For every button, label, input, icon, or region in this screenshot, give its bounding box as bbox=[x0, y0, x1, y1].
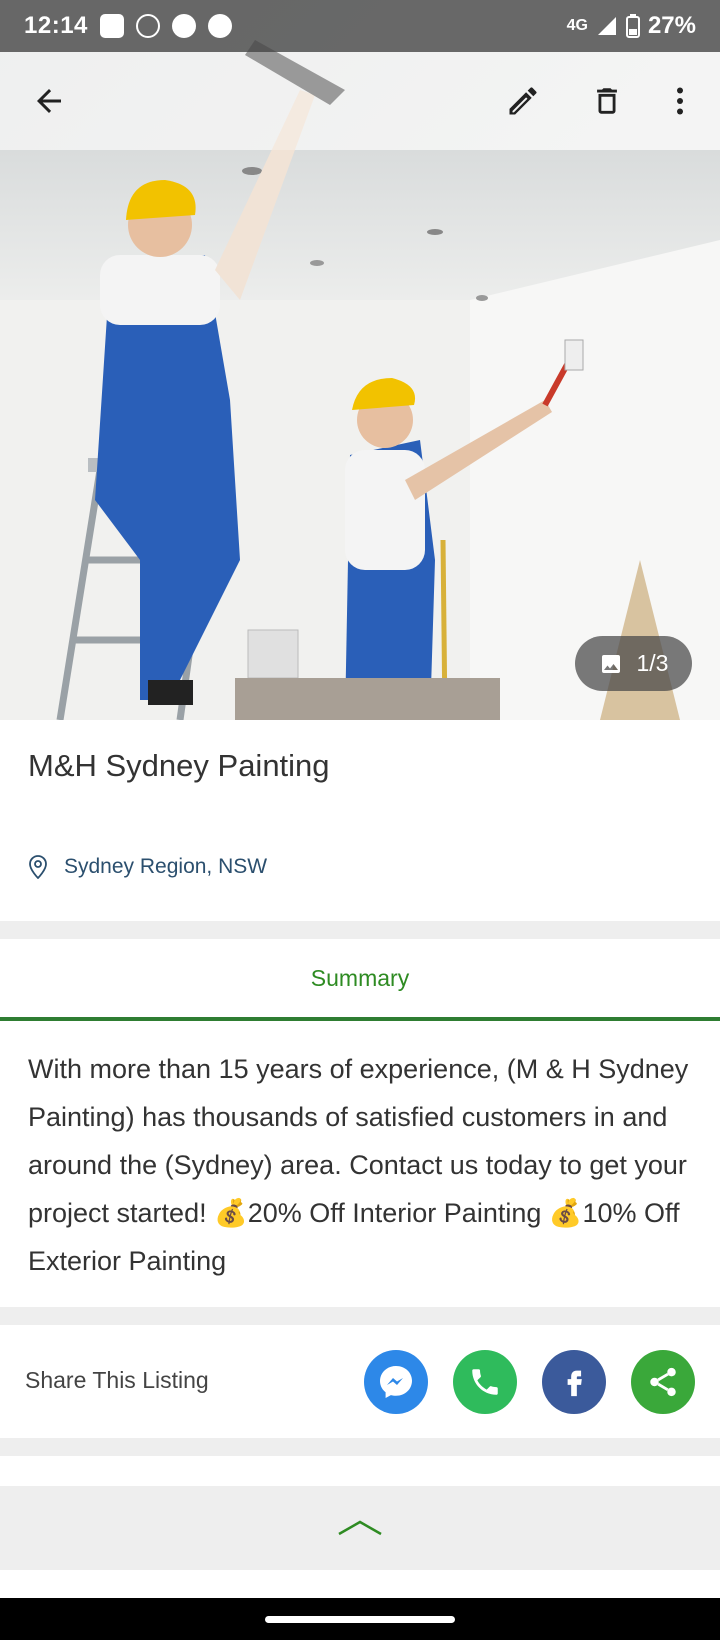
phone-icon bbox=[472, 1369, 498, 1395]
section-divider bbox=[0, 1307, 720, 1325]
app-bar bbox=[0, 52, 720, 150]
whatsapp-share-button[interactable] bbox=[453, 1350, 517, 1414]
location-text: Sydney Region, NSW bbox=[64, 855, 268, 878]
section-divider bbox=[0, 1438, 720, 1456]
listing-title: M&H Sydney Painting bbox=[28, 748, 330, 783]
footer-space bbox=[0, 1570, 720, 1598]
network-type: 4G bbox=[566, 17, 588, 34]
home-gesture-bar[interactable] bbox=[265, 1615, 455, 1623]
tab-summary[interactable]: Summary bbox=[311, 965, 409, 992]
notification-dot-icon bbox=[171, 14, 196, 38]
summary-section: With more than 15 years of experience, (… bbox=[0, 1021, 720, 1307]
signal-icon bbox=[597, 17, 616, 35]
arrow-left-icon bbox=[37, 89, 61, 113]
facebook-share-button[interactable] bbox=[542, 1350, 606, 1414]
section-divider bbox=[0, 921, 720, 939]
more-options-button[interactable] bbox=[655, 76, 705, 126]
accessibility-icon bbox=[135, 14, 160, 38]
status-bar: 12:14 4G 27% bbox=[0, 0, 720, 52]
scroll-to-top-button[interactable] bbox=[0, 1486, 720, 1570]
listing-location[interactable]: Sydney Region, NSW bbox=[28, 855, 267, 879]
share-button[interactable] bbox=[631, 1350, 695, 1414]
summary-text: With more than 15 years of experience, (… bbox=[28, 1054, 689, 1276]
trash-icon bbox=[597, 88, 617, 114]
content-strip bbox=[0, 1456, 720, 1486]
share-section: Share This Listing bbox=[0, 1325, 720, 1438]
messenger-icon bbox=[380, 1366, 412, 1398]
battery-icon bbox=[625, 14, 640, 38]
location-pin-icon bbox=[29, 855, 47, 879]
notification-app-icon bbox=[99, 14, 124, 38]
edit-button[interactable] bbox=[498, 76, 548, 126]
listing-photo[interactable]: 12:14 4G 27% 1/3 bbox=[0, 0, 720, 720]
image-icon bbox=[601, 654, 620, 673]
system-nav-bar bbox=[0, 1598, 720, 1640]
gallery-counter-text: 1/3 bbox=[636, 650, 669, 676]
delete-button[interactable] bbox=[582, 76, 632, 126]
listing-header: M&H Sydney Painting Sydney Region, NSW bbox=[0, 720, 720, 921]
battery-percent: 27% bbox=[647, 12, 696, 39]
share-icon bbox=[650, 1367, 676, 1397]
status-time: 12:14 bbox=[24, 12, 88, 39]
notification-dot-icon bbox=[207, 14, 232, 38]
pencil-icon bbox=[509, 87, 537, 115]
tab-bar: Summary bbox=[0, 939, 720, 1021]
facebook-icon bbox=[567, 1370, 582, 1397]
gallery-counter[interactable]: 1/3 bbox=[575, 636, 692, 691]
back-button[interactable] bbox=[24, 76, 74, 126]
chevron-up-icon bbox=[338, 1520, 382, 1536]
more-vert-icon bbox=[677, 87, 683, 115]
messenger-share-button[interactable] bbox=[364, 1350, 428, 1414]
share-label: Share This Listing bbox=[25, 1367, 209, 1393]
